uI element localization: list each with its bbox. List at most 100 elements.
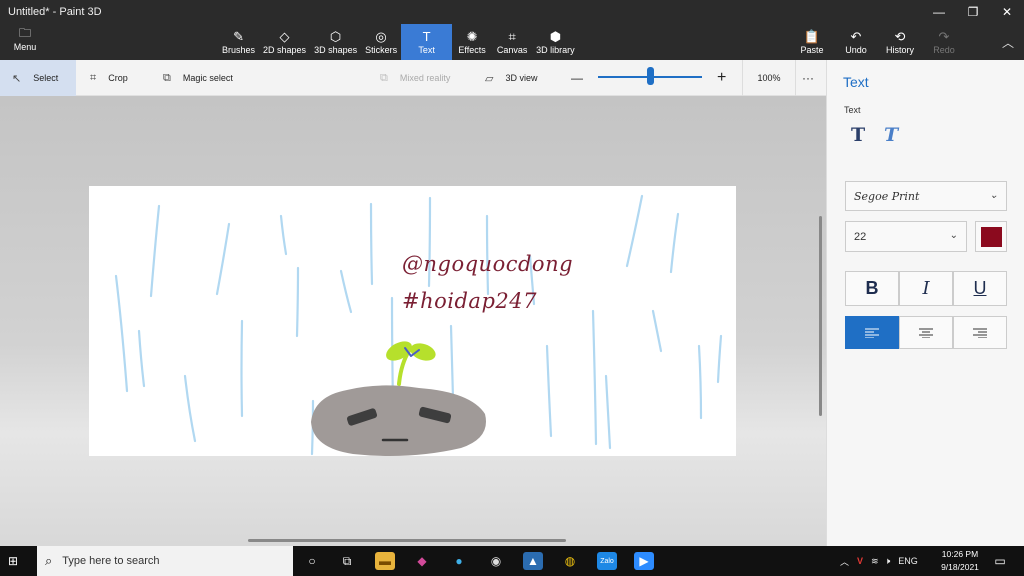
zoom-app-icon[interactable]: ▶ — [634, 552, 654, 570]
font-family-select[interactable]: Segoe Print ⌄ — [845, 181, 1007, 211]
chevron-up-icon[interactable]: ︿ — [840, 555, 849, 568]
collapse-ribbon-icon[interactable]: ︿ — [1002, 34, 1014, 51]
undo-label: Undo — [845, 44, 867, 55]
panel-title: Text — [843, 74, 869, 90]
3d-shapes-button[interactable]: ⬡ 3D shapes — [310, 24, 361, 60]
text-tool-button[interactable]: T Text — [401, 24, 453, 60]
3d-shapes-label: 3D shapes — [314, 44, 358, 55]
crop-button[interactable]: ⌗ Crop — [90, 60, 128, 96]
language-indicator[interactable]: ENG — [898, 556, 918, 566]
clock-time: 10:26 PM — [941, 549, 979, 559]
media-player-icon[interactable]: ◉ — [486, 552, 506, 570]
zoom-slider-thumb[interactable] — [647, 67, 654, 85]
minimize-button[interactable]: — — [922, 0, 956, 24]
font-size-select[interactable]: 22 ⌄ — [845, 221, 967, 252]
align-center-button[interactable] — [899, 316, 953, 349]
task-view-icon[interactable]: ⧉ — [337, 552, 357, 570]
vertical-scrollbar[interactable] — [819, 216, 822, 416]
panel-section-label: Text — [844, 105, 861, 115]
effects-icon: ✺ — [466, 28, 478, 44]
text-color-button[interactable] — [975, 221, 1007, 252]
more-options-button[interactable]: ··· — [802, 60, 814, 96]
cortana-icon[interactable]: ○ — [302, 552, 322, 570]
canvas-label: Canvas — [496, 44, 528, 55]
effects-button[interactable]: ✺ Effects — [452, 24, 492, 60]
2d-shapes-button[interactable]: ◇ 2D shapes — [259, 24, 310, 60]
canvas-text-hashtag[interactable]: #hoidap247 — [402, 289, 537, 313]
canvas-button[interactable]: ⌗ Canvas — [492, 24, 532, 60]
redo-label: Redo — [933, 44, 955, 55]
magic-select-icon: ⧉ — [163, 71, 171, 84]
3d-library-label: 3D library — [536, 44, 575, 55]
history-button[interactable]: ⟲ History — [878, 24, 922, 60]
start-button[interactable]: ⊞ — [8, 554, 18, 568]
file-explorer-icon[interactable]: ▬ — [375, 552, 395, 570]
3d-text-icon: T — [884, 124, 899, 146]
cursor-icon: ↖ — [12, 72, 22, 85]
paste-button[interactable]: 📋 Paste — [790, 24, 834, 60]
crop-icon: ⌗ — [90, 71, 97, 84]
magic-select-label: Magic select — [182, 73, 233, 83]
3d-text-button[interactable]: T — [884, 124, 898, 146]
color-swatch — [981, 227, 1002, 247]
edge-icon[interactable]: ● — [449, 552, 469, 570]
brushes-label: Brushes — [222, 44, 256, 55]
menu-label: Menu — [13, 42, 37, 52]
2d-text-icon: T — [851, 124, 866, 146]
zoom-out-button[interactable]: — — [571, 60, 583, 96]
paste-icon: 📋 — [803, 28, 821, 44]
bold-button[interactable]: B — [845, 271, 899, 306]
canvas-text-handle[interactable]: @ngoquocdong — [402, 252, 573, 276]
wifi-icon[interactable]: ≋ — [871, 556, 879, 567]
search-icon: ⌕ — [45, 553, 53, 568]
stickers-button[interactable]: ◎ Stickers — [361, 24, 401, 60]
history-icon: ⟲ — [894, 28, 906, 44]
brush-icon: ✎ — [233, 28, 244, 44]
paint-3d-taskbar-icon[interactable]: ◆ — [412, 552, 432, 570]
align-right-button[interactable] — [953, 316, 1007, 349]
photos-icon[interactable]: ▲ — [523, 552, 543, 570]
chrome-icon[interactable]: ◍ — [560, 552, 580, 570]
select-label: Select — [33, 73, 59, 83]
3d-library-button[interactable]: ⬢ 3D library — [532, 24, 579, 60]
text-panel: Text Text T T Segoe Print ⌄ 22 ⌄ B I U — [826, 60, 1024, 546]
taskbar: ⊞ ⌕ Type here to search ○ ⧉ ▬ ◆ ● ◉ ▲ ◍ … — [0, 546, 1024, 576]
zoom-level[interactable]: 100% — [742, 60, 796, 96]
search-placeholder: Type here to search — [62, 555, 160, 567]
menu-button[interactable]: 🗀 Menu — [8, 26, 42, 52]
align-left-button[interactable] — [845, 316, 899, 349]
mixed-reality-button[interactable]: ⧉ Mixed reality — [380, 60, 450, 96]
format-buttons: B I U — [845, 271, 1007, 306]
mixed-reality-icon: ⧉ — [380, 71, 388, 84]
magic-select-button[interactable]: ⧉ Magic select — [163, 60, 233, 96]
zoom-in-button[interactable]: + — [717, 60, 726, 96]
horizontal-scrollbar[interactable] — [248, 539, 566, 542]
history-label: History — [885, 44, 914, 55]
2d-text-button[interactable]: T — [851, 124, 865, 146]
select-button[interactable]: ↖ Select — [0, 60, 76, 96]
undo-icon: ↶ — [850, 28, 862, 44]
window-controls: — ❐ ✕ — [922, 0, 1024, 24]
sub-toolbar: ↖ Select ⌗ Crop ⧉ Magic select ⧉ Mixed r… — [0, 60, 826, 96]
3d-view-button[interactable]: ▱ 3D view — [485, 60, 537, 96]
antivirus-icon[interactable]: V — [857, 556, 863, 566]
restore-button[interactable]: ❐ — [956, 0, 990, 24]
underline-button[interactable]: U — [953, 271, 1007, 306]
zalo-icon[interactable]: Zalo — [597, 552, 617, 570]
stickers-label: Stickers — [365, 44, 398, 55]
italic-button[interactable]: I — [899, 271, 953, 306]
crop-label: Crop — [108, 73, 128, 83]
align-center-icon — [919, 328, 933, 338]
drawing-canvas[interactable]: @ngoquocdong #hoidap247 — [89, 186, 736, 456]
3d-shapes-icon: ⬡ — [329, 28, 342, 44]
ribbon-actions: 📋 Paste ↶ Undo ⟲ History ↷ Redo — [790, 24, 966, 60]
close-button[interactable]: ✕ — [990, 0, 1024, 24]
taskbar-search[interactable]: ⌕ Type here to search — [37, 546, 293, 576]
brushes-button[interactable]: ✎ Brushes — [218, 24, 259, 60]
notifications-icon[interactable]: ▭ — [990, 552, 1010, 570]
volume-icon[interactable]: 🕨 — [885, 556, 891, 567]
redo-button[interactable]: ↷ Redo — [922, 24, 966, 60]
undo-button[interactable]: ↶ Undo — [834, 24, 878, 60]
clock[interactable]: 10:26 PM 9/18/2021 — [936, 548, 984, 574]
redo-icon: ↷ — [938, 28, 950, 44]
